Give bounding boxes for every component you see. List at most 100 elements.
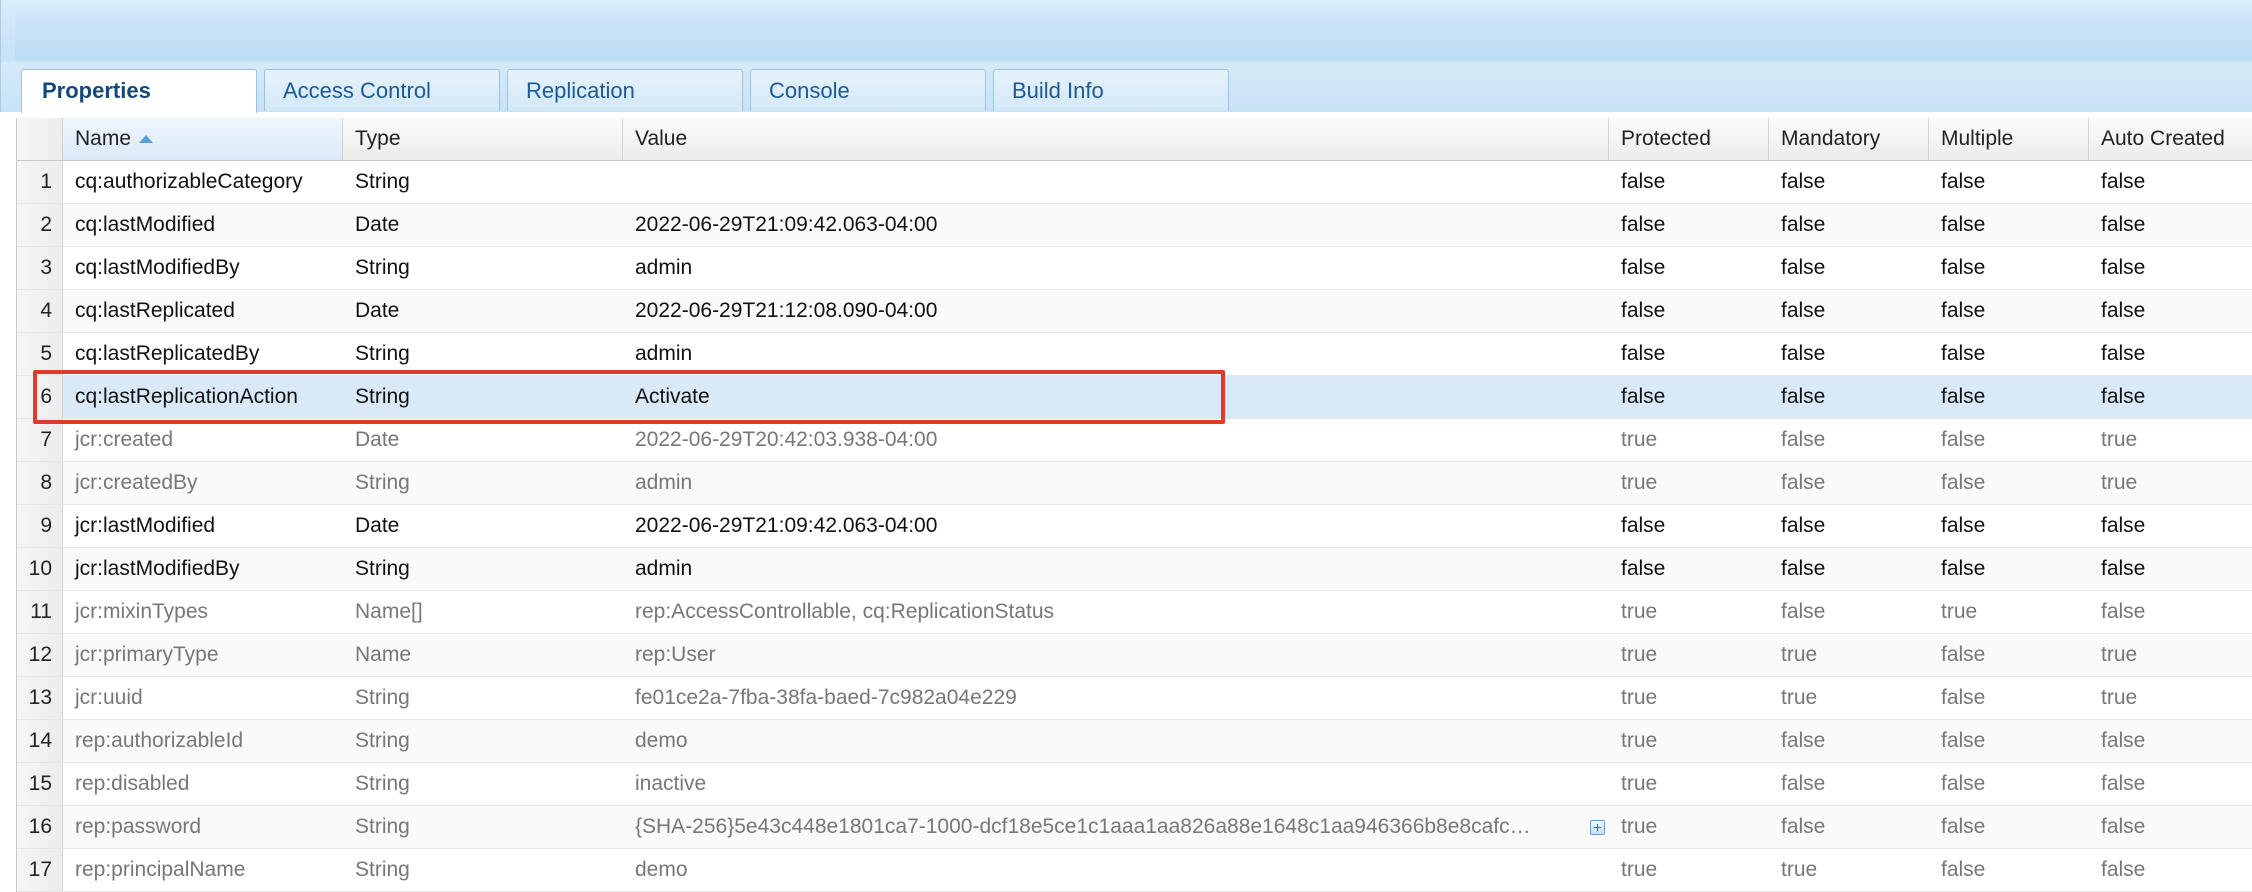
row-number-cell: 17 <box>17 849 63 891</box>
row-number-text: 6 <box>40 385 52 408</box>
property-auto-created-cell: false <box>2089 548 2252 590</box>
property-auto-created-cell: false <box>2089 204 2252 246</box>
table-row[interactable]: 5 cq:lastReplicatedBy String admin false fals… <box>17 333 2252 376</box>
property-type-cell: String <box>343 806 623 848</box>
column-header-type[interactable]: Type <box>343 118 623 160</box>
property-auto-created-text: true <box>2101 686 2138 709</box>
property-type-cell: Name[] <box>343 591 623 633</box>
row-number-cell: 5 <box>17 333 63 375</box>
property-type-text: String <box>355 557 410 580</box>
property-name-cell: jcr:created <box>63 419 343 461</box>
property-mandatory-cell: true <box>1769 677 1929 719</box>
column-header-value[interactable]: Value <box>623 118 1609 160</box>
property-protected-cell: true <box>1609 591 1769 633</box>
property-protected-cell: false <box>1609 548 1769 590</box>
property-multiple-text: false <box>1941 170 1986 193</box>
table-row[interactable]: 13 jcr:uuid String fe01ce2a-7fba-38fa-baed-… <box>17 677 2252 720</box>
row-number-text: 14 <box>28 729 52 752</box>
row-number-cell: 3 <box>17 247 63 289</box>
property-type-cell: String <box>343 462 623 504</box>
property-name-cell: jcr:mixinTypes <box>63 591 343 633</box>
row-number-text: 2 <box>40 213 52 236</box>
table-row[interactable]: 14 rep:authorizableId String demo true false f… <box>17 720 2252 763</box>
property-multiple-cell: false <box>1929 548 2089 590</box>
property-type-text: String <box>355 815 410 838</box>
grid-header: Name Type Value Protected Mandatory Mult… <box>17 118 2252 161</box>
tab-build-info[interactable]: Build Info <box>993 69 1229 111</box>
property-protected-text: false <box>1621 557 1666 580</box>
row-number-cell: 11 <box>17 591 63 633</box>
table-row[interactable]: 16 rep:password String {SHA-256}5e43c448e18… <box>17 806 2252 849</box>
property-name-cell: jcr:lastModifiedBy <box>63 548 343 590</box>
property-value-cell: rep:User <box>623 634 1609 676</box>
tab-console[interactable]: Console <box>750 69 986 111</box>
table-row[interactable]: 17 rep:principalName String demo true true fal… <box>17 849 2252 892</box>
table-row[interactable]: 1 cq:authorizableCategory String false false… <box>17 161 2252 204</box>
table-row[interactable]: 11 jcr:mixinTypes Name[] rep:AccessControll… <box>17 591 2252 634</box>
row-number-cell: 4 <box>17 290 63 332</box>
row-number-cell: 6 <box>17 376 63 418</box>
column-header-mandatory[interactable]: Mandatory <box>1769 118 1929 160</box>
property-value-text: fe01ce2a-7fba-38fa-baed-7c982a04e229 <box>635 686 1017 709</box>
table-row[interactable]: 8 jcr:createdBy String admin true false false t… <box>17 462 2252 505</box>
property-name-text: cq:lastModified <box>75 213 216 236</box>
property-mandatory-text: false <box>1781 729 1826 752</box>
property-value-cell <box>623 161 1609 203</box>
column-header-auto-created[interactable]: Auto Created <box>2089 118 2252 160</box>
property-mandatory-text: false <box>1781 600 1826 623</box>
property-multiple-cell: false <box>1929 763 2089 805</box>
table-row[interactable]: 2 cq:lastModified Date 2022-06-29T21:09:42.… <box>17 204 2252 247</box>
expand-value-icon[interactable] <box>1590 820 1605 835</box>
property-auto-created-text: true <box>2101 471 2138 494</box>
property-auto-created-text: false <box>2101 342 2146 365</box>
property-mandatory-cell: false <box>1769 333 1929 375</box>
table-row[interactable]: 10 jcr:lastModifiedBy String admin false fals… <box>17 548 2252 591</box>
tab-properties[interactable]: Properties <box>21 69 257 113</box>
property-mandatory-cell: false <box>1769 591 1929 633</box>
row-number-cell: 14 <box>17 720 63 762</box>
property-mandatory-cell: false <box>1769 247 1929 289</box>
property-multiple-cell: false <box>1929 505 2089 547</box>
property-multiple-text: false <box>1941 299 1986 322</box>
table-row[interactable]: 12 jcr:primaryType Name rep:User true true fal… <box>17 634 2252 677</box>
property-protected-cell: false <box>1609 290 1769 332</box>
property-type-cell: String <box>343 677 623 719</box>
table-row[interactable]: 15 rep:disabled String inactive true false fal… <box>17 763 2252 806</box>
column-header-protected[interactable]: Protected <box>1609 118 1769 160</box>
property-type-cell: String <box>343 849 623 891</box>
column-header-name[interactable]: Name <box>63 118 343 160</box>
table-row[interactable]: 3 cq:lastModifiedBy String admin false false f… <box>17 247 2252 290</box>
property-protected-cell: false <box>1609 376 1769 418</box>
property-name-text: jcr:mixinTypes <box>75 600 209 623</box>
property-mandatory-text: false <box>1781 514 1826 537</box>
column-header-multiple[interactable]: Multiple <box>1929 118 2089 160</box>
property-value-text: admin <box>635 342 693 365</box>
property-multiple-text: false <box>1941 772 1986 795</box>
property-value-text: admin <box>635 557 693 580</box>
table-row[interactable]: 9 jcr:lastModified Date 2022-06-29T21:09:42… <box>17 505 2252 548</box>
property-name-text: jcr:createdBy <box>75 471 198 494</box>
property-protected-text: false <box>1621 299 1666 322</box>
property-value-cell: admin <box>623 548 1609 590</box>
property-protected-cell: true <box>1609 849 1769 891</box>
property-auto-created-text: false <box>2101 729 2146 752</box>
property-auto-created-cell: false <box>2089 376 2252 418</box>
property-multiple-text: false <box>1941 815 1986 838</box>
tab-replication[interactable]: Replication <box>507 69 743 111</box>
property-name-cell: jcr:primaryType <box>63 634 343 676</box>
property-name-text: jcr:uuid <box>75 686 143 709</box>
row-number-text: 3 <box>40 256 52 279</box>
property-auto-created-text: true <box>2101 643 2138 666</box>
property-auto-created-text: false <box>2101 858 2146 881</box>
property-auto-created-text: false <box>2101 815 2146 838</box>
tab-access-control[interactable]: Access Control <box>264 69 500 111</box>
table-row[interactable]: 4 cq:lastReplicated Date 2022-06-29T21:12:0… <box>17 290 2252 333</box>
property-value-cell: admin <box>623 333 1609 375</box>
property-value-cell: 2022-06-29T20:42:03.938-04:00 <box>623 419 1609 461</box>
property-protected-cell: true <box>1609 806 1769 848</box>
property-protected-text: true <box>1621 858 1658 881</box>
property-mandatory-text: false <box>1781 428 1826 451</box>
table-row[interactable]: 6 cq:lastReplicationAction String Activate f… <box>17 376 2252 419</box>
table-row[interactable]: 7 jcr:created Date 2022-06-29T20:42:03.938-… <box>17 419 2252 462</box>
property-auto-created-cell: false <box>2089 720 2252 762</box>
